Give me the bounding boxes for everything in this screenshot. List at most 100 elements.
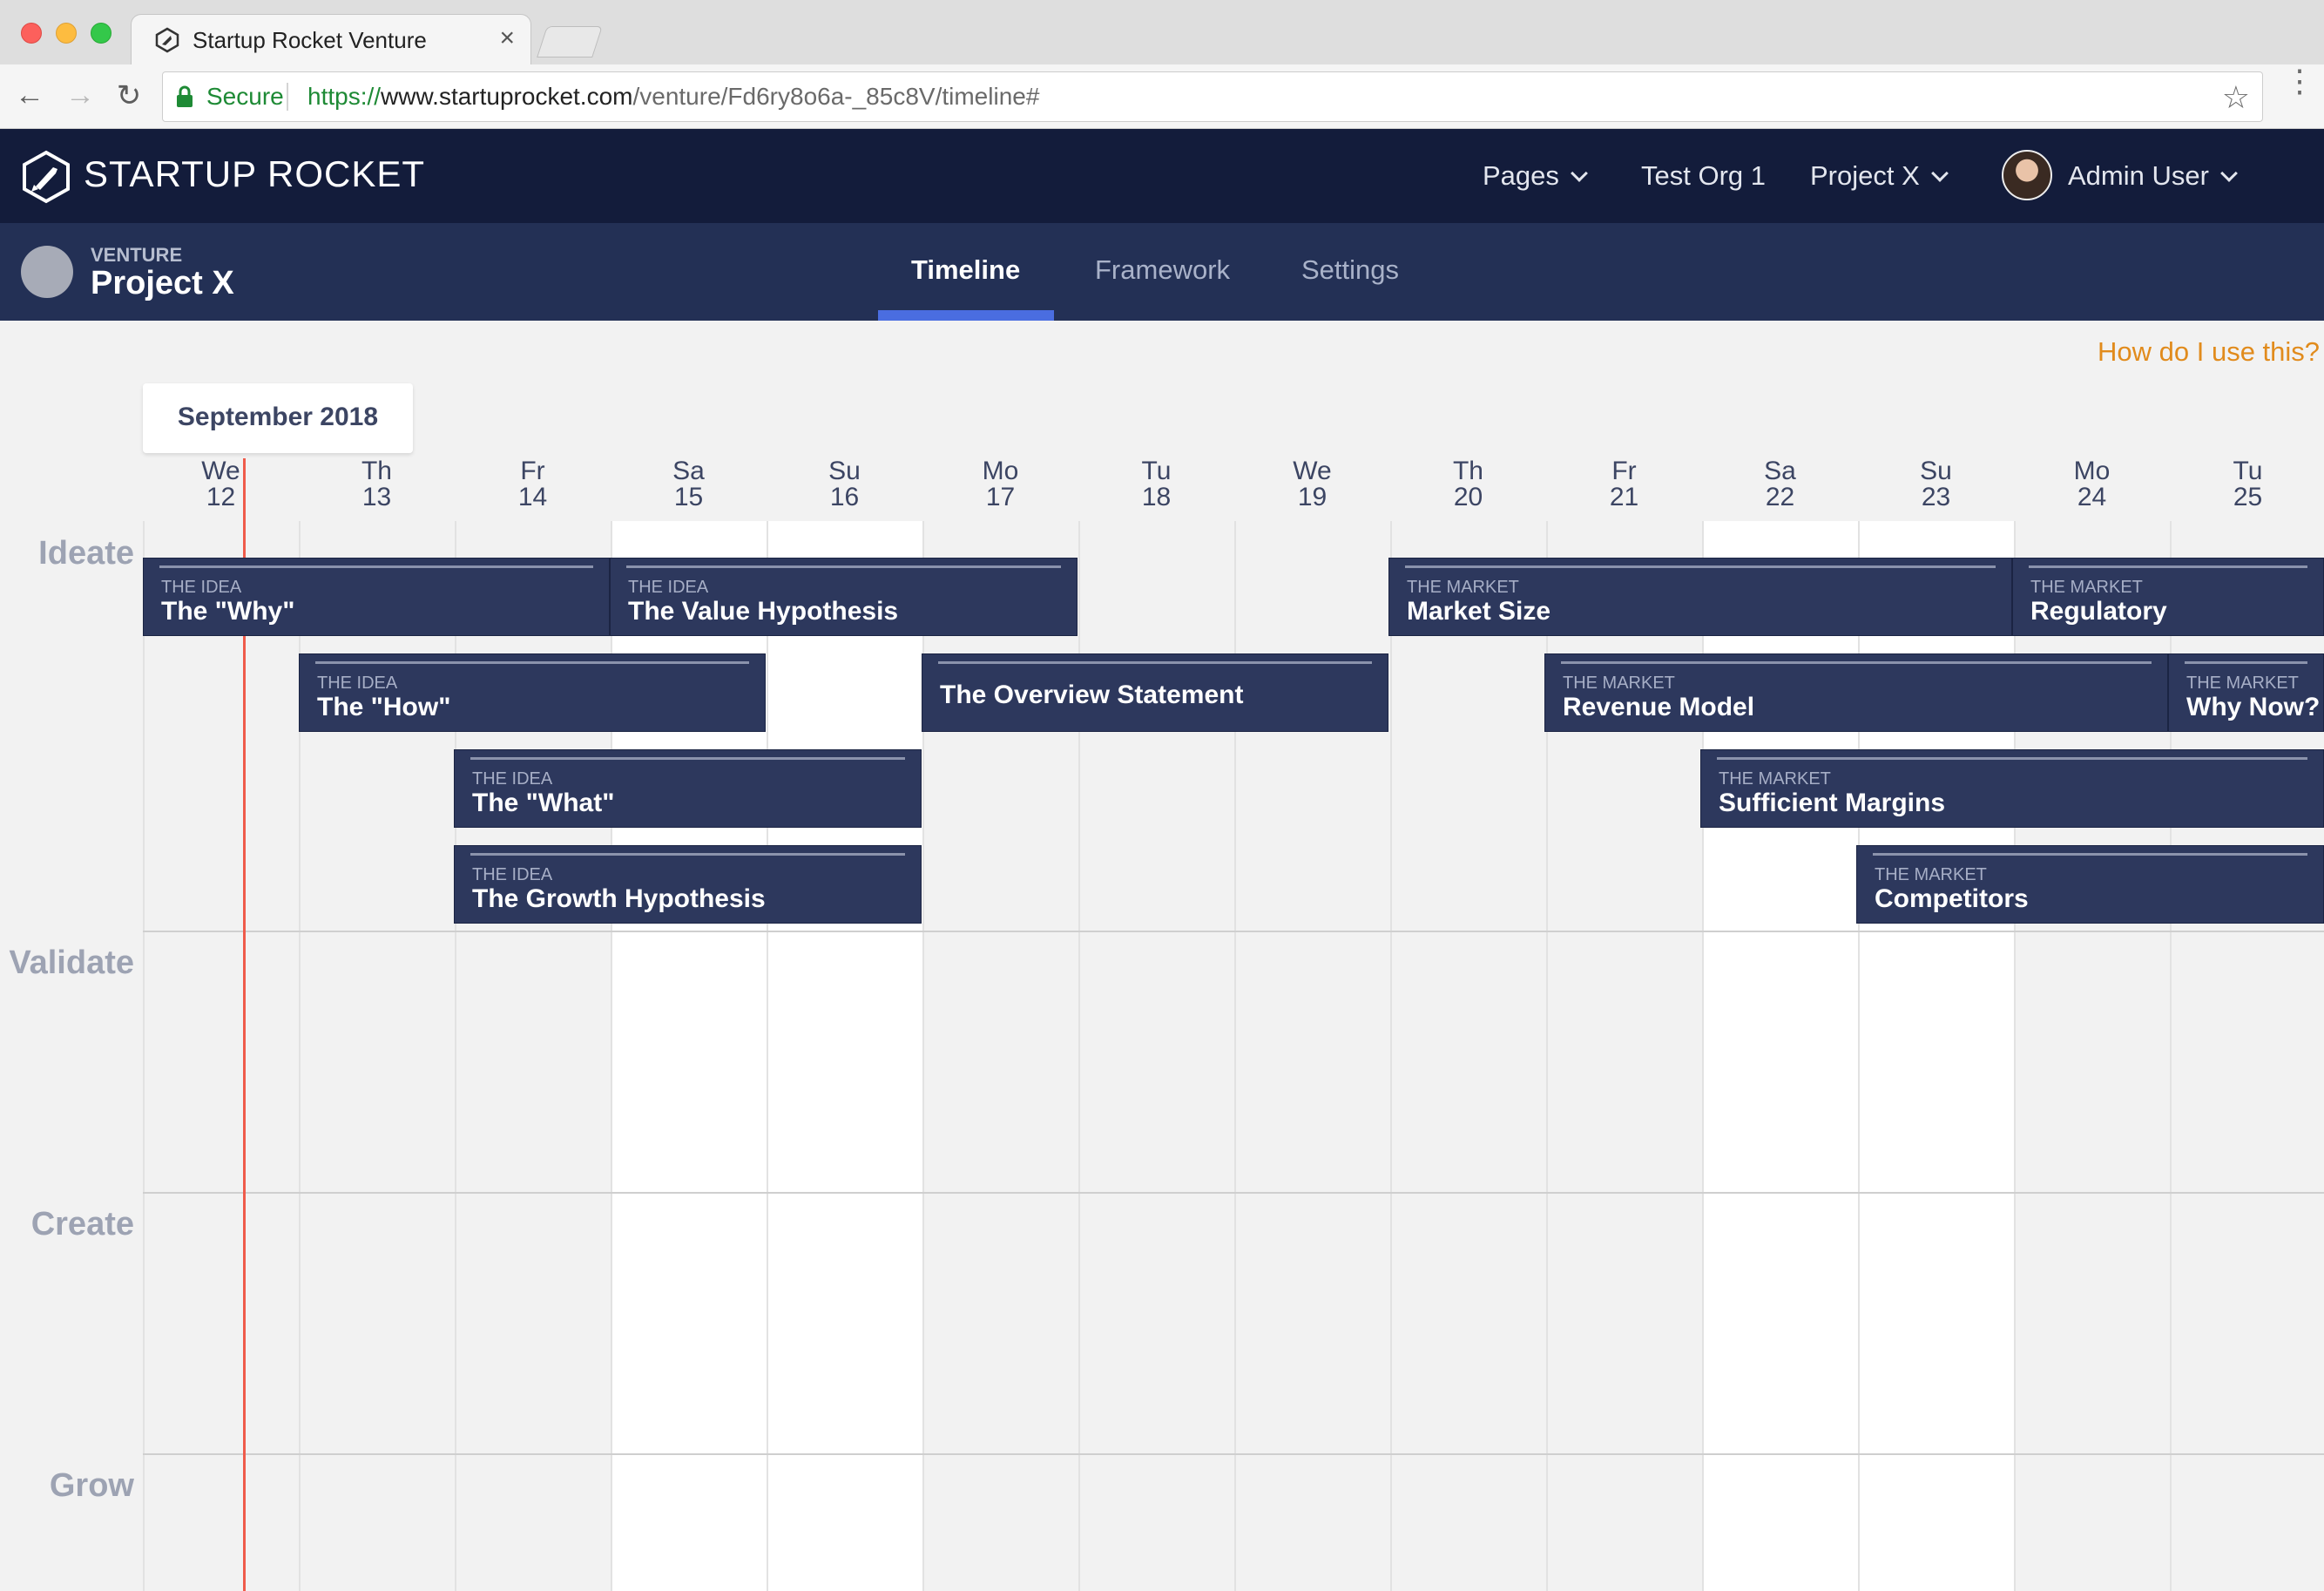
day-date: 20 bbox=[1453, 483, 1483, 511]
day-date: 23 bbox=[1921, 483, 1951, 511]
task-card-competitors[interactable]: THE MARKET Competitors bbox=[1856, 845, 2324, 924]
month-label-box: September 2018 bbox=[143, 383, 413, 453]
day-header: Sa 22 bbox=[1702, 458, 1858, 511]
day-header: Sa 15 bbox=[611, 458, 767, 511]
avatar[interactable] bbox=[2002, 150, 2052, 200]
secure-label: Secure bbox=[206, 83, 284, 110]
day-of-week: Th bbox=[1452, 457, 1483, 485]
card-category: THE IDEA bbox=[472, 769, 553, 789]
browser-menu-icon[interactable]: ⋮ bbox=[2284, 65, 2315, 97]
task-card-what[interactable]: THE IDEA The "What" bbox=[454, 749, 922, 828]
task-card-overview-statement[interactable]: The Overview Statement bbox=[922, 653, 1388, 732]
pages-menu-label: Pages bbox=[1483, 160, 1559, 191]
card-category: THE MARKET bbox=[2186, 674, 2299, 693]
day-of-week: Fr bbox=[520, 457, 545, 485]
day-header: Th 13 bbox=[299, 458, 455, 511]
back-arrow-icon[interactable]: ← bbox=[12, 78, 47, 112]
day-header: We 19 bbox=[1234, 458, 1390, 511]
tab-framework[interactable]: Framework bbox=[1095, 254, 1230, 286]
day-date: 19 bbox=[1297, 483, 1328, 511]
day-date: 16 bbox=[829, 483, 860, 511]
card-category: THE MARKET bbox=[2030, 578, 2143, 597]
task-card-value-hypothesis[interactable]: THE IDEA The Value Hypothesis bbox=[610, 558, 1078, 636]
card-category: THE IDEA bbox=[472, 865, 553, 884]
phase-label-ideate: Ideate bbox=[38, 535, 134, 572]
brand-name[interactable]: STARTUP ROCKET bbox=[84, 153, 425, 195]
active-tab-indicator bbox=[878, 310, 1054, 321]
task-card-sufficient-margins[interactable]: THE MARKET Sufficient Margins bbox=[1700, 749, 2324, 828]
card-title: The "What" bbox=[472, 789, 615, 817]
phase-divider bbox=[143, 1453, 2324, 1455]
close-window-button[interactable] bbox=[21, 23, 42, 44]
day-header: Fr 21 bbox=[1546, 458, 1702, 511]
new-tab-button[interactable] bbox=[537, 26, 603, 58]
card-title: The Growth Hypothesis bbox=[472, 884, 766, 913]
card-category: THE MARKET bbox=[1563, 674, 1675, 693]
org-menu[interactable]: Test Org 1 bbox=[1641, 160, 1766, 192]
task-card-regulatory[interactable]: THE MARKET Regulatory bbox=[2012, 558, 2324, 636]
tab-close-icon[interactable]: × bbox=[499, 24, 515, 53]
card-category: THE MARKET bbox=[1875, 865, 1987, 884]
browser-tab-strip: Startup Rocket Venture × bbox=[0, 0, 2324, 64]
day-header: Su 16 bbox=[767, 458, 922, 511]
day-of-week: Sa bbox=[672, 457, 705, 485]
user-menu[interactable]: Admin User bbox=[2068, 160, 2238, 192]
project-menu[interactable]: Project X bbox=[1810, 160, 1949, 192]
day-of-week: Tu bbox=[1141, 457, 1172, 485]
card-title: Why Now? bbox=[2186, 693, 2321, 721]
card-title: The "Why" bbox=[161, 597, 295, 626]
bookmark-star-icon[interactable]: ☆ bbox=[2222, 79, 2250, 116]
day-of-week: Su bbox=[828, 457, 861, 485]
url-scheme: https:// bbox=[307, 83, 382, 110]
card-title: The "How" bbox=[317, 693, 451, 721]
day-of-week: Sa bbox=[1764, 457, 1796, 485]
task-card-why[interactable]: THE IDEA The "Why" bbox=[143, 558, 610, 636]
day-date: 21 bbox=[1609, 483, 1639, 511]
day-column bbox=[143, 521, 299, 1591]
day-header: Tu 25 bbox=[2170, 458, 2324, 511]
card-category: THE IDEA bbox=[317, 674, 398, 693]
rocket-logo-icon[interactable] bbox=[21, 150, 71, 204]
venture-avatar bbox=[21, 246, 73, 298]
pages-menu[interactable]: Pages bbox=[1483, 160, 1588, 192]
day-date: 13 bbox=[361, 483, 392, 511]
day-column bbox=[767, 521, 922, 1591]
task-card-growth-hypothesis[interactable]: THE IDEA The Growth Hypothesis bbox=[454, 845, 922, 924]
lock-icon bbox=[177, 85, 193, 107]
day-date: 12 bbox=[206, 483, 236, 511]
card-category: THE IDEA bbox=[628, 578, 709, 597]
phase-label-grow: Grow bbox=[49, 1467, 134, 1504]
card-title: Regulatory bbox=[2030, 597, 2167, 626]
task-card-why-now[interactable]: THE MARKET Why Now? bbox=[2168, 653, 2324, 732]
card-title: Revenue Model bbox=[1563, 693, 1755, 721]
rocket-favicon-icon bbox=[155, 27, 179, 53]
day-header: Mo 17 bbox=[922, 458, 1078, 511]
address-bar[interactable]: Secure https://www.startuprocket.com/ven… bbox=[162, 71, 2263, 122]
card-title: Competitors bbox=[1875, 884, 2029, 913]
day-date: 17 bbox=[985, 483, 1016, 511]
day-of-week: We bbox=[1293, 457, 1332, 485]
task-card-how[interactable]: THE IDEA The "How" bbox=[299, 653, 766, 732]
phase-divider bbox=[143, 1192, 2324, 1194]
day-header: Mo 24 bbox=[2014, 458, 2170, 511]
day-of-week: Mo bbox=[982, 457, 1019, 485]
card-title: Market Size bbox=[1407, 597, 1551, 626]
help-link[interactable]: How do I use this? bbox=[2098, 336, 2320, 368]
venture-bar: VENTURE Project X Timeline Framework Set… bbox=[0, 223, 2324, 321]
month-label: September 2018 bbox=[177, 403, 379, 431]
phase-label-create: Create bbox=[30, 1206, 134, 1242]
day-header: Th 20 bbox=[1390, 458, 1546, 511]
browser-tab[interactable]: Startup Rocket Venture × bbox=[131, 14, 531, 64]
task-card-market-size[interactable]: THE MARKET Market Size bbox=[1388, 558, 2012, 636]
project-menu-label: Project X bbox=[1810, 160, 1920, 191]
forward-arrow-icon[interactable]: → bbox=[63, 78, 98, 112]
reload-icon[interactable]: ↻ bbox=[111, 78, 146, 113]
card-title: Sufficient Margins bbox=[1719, 789, 1946, 817]
task-card-revenue-model[interactable]: THE MARKET Revenue Model bbox=[1544, 653, 2168, 732]
tab-settings[interactable]: Settings bbox=[1301, 254, 1399, 286]
minimize-window-button[interactable] bbox=[56, 23, 77, 44]
url-divider bbox=[287, 83, 288, 111]
zoom-window-button[interactable] bbox=[91, 23, 111, 44]
tab-timeline[interactable]: Timeline bbox=[911, 254, 1020, 286]
venture-label: VENTURE bbox=[91, 244, 183, 266]
